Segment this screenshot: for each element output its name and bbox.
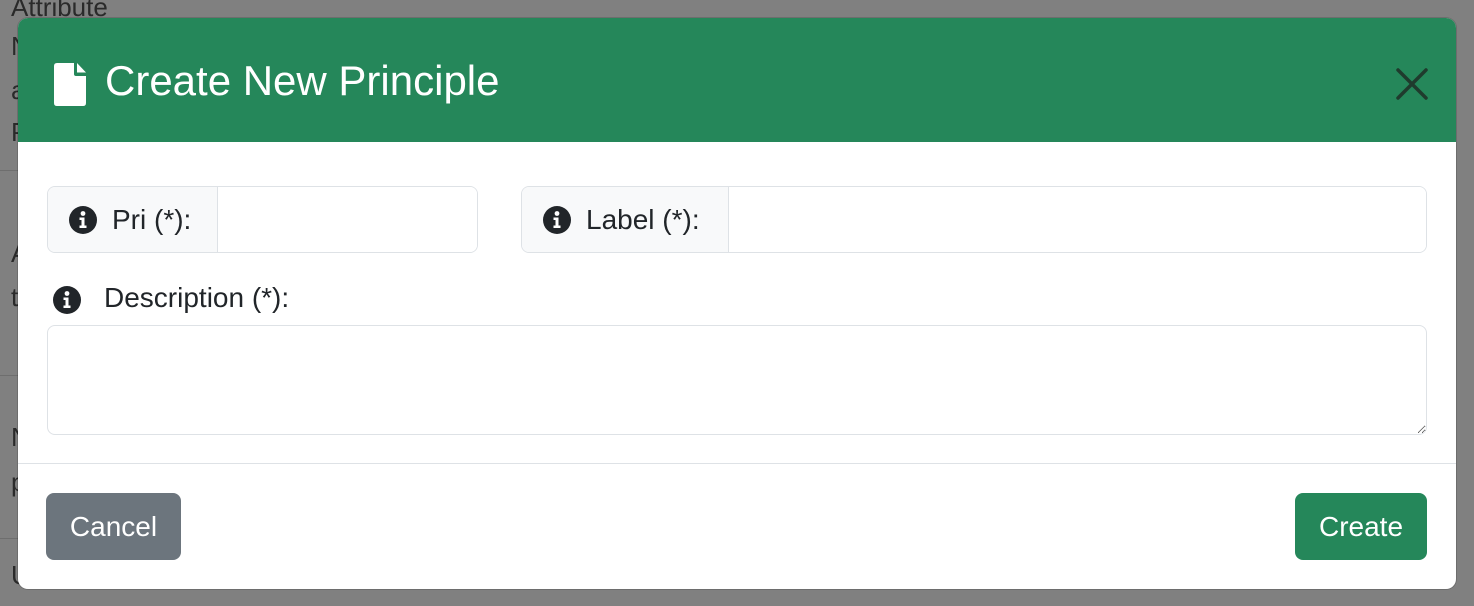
modal-footer: Cancel Create bbox=[18, 463, 1456, 589]
modal-header: Create New Principle bbox=[18, 18, 1456, 142]
modal-title: Create New Principle bbox=[105, 57, 500, 104]
description-label: Description (*): bbox=[104, 282, 290, 313]
create-principle-modal: Create New Principle Pri (*): Label (*):… bbox=[18, 18, 1456, 589]
background-divider bbox=[0, 375, 20, 376]
description-textarea[interactable] bbox=[47, 325, 1427, 435]
background-divider bbox=[0, 538, 20, 539]
label-label-addon: Label (*): bbox=[522, 187, 729, 252]
document-icon bbox=[54, 63, 86, 106]
create-button[interactable]: Create bbox=[1295, 493, 1427, 560]
info-icon[interactable] bbox=[68, 205, 98, 235]
label-input-group: Label (*): bbox=[521, 186, 1427, 253]
pri-label: Pri (*): bbox=[112, 204, 192, 235]
pri-label-addon: Pri (*): bbox=[48, 187, 218, 252]
close-icon[interactable] bbox=[1391, 63, 1433, 105]
modal-body: Pri (*): Label (*): Description (*): bbox=[18, 142, 1456, 464]
label-label: Label (*): bbox=[586, 204, 700, 235]
label-input[interactable] bbox=[729, 187, 1426, 252]
info-icon[interactable] bbox=[542, 205, 572, 235]
pri-input-group: Pri (*): bbox=[47, 186, 478, 253]
background-divider bbox=[0, 170, 20, 171]
pri-input[interactable] bbox=[218, 187, 477, 252]
cancel-button[interactable]: Cancel bbox=[46, 493, 181, 560]
info-icon[interactable] bbox=[52, 285, 82, 315]
